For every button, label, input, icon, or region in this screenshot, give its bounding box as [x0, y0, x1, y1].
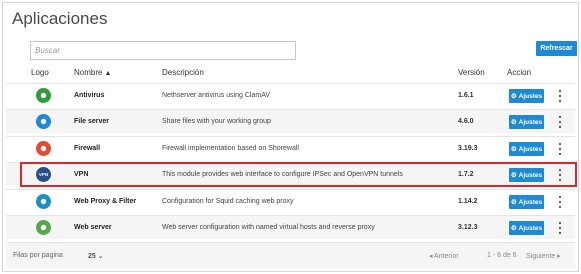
settings-button-label: Ajustes: [518, 224, 543, 232]
header-description: Descripción: [162, 68, 204, 77]
table-footer: Filas por pagina 25 ⌄ ◂ Anterior 1 - 6 d…: [6, 242, 575, 268]
table-row: Web server Web server configuration with …: [6, 215, 575, 239]
settings-button-label: Ajustes: [518, 118, 543, 126]
table-row: File server Share files with your working…: [6, 109, 575, 133]
globe-icon: [36, 220, 51, 235]
previous-page-label: Anterior: [434, 253, 459, 260]
shield-icon: [36, 194, 51, 209]
next-page-button[interactable]: Siguiente ▸: [526, 252, 561, 260]
kebab-menu-icon[interactable]: [556, 89, 564, 103]
app-description: Nethserver antivirus using ClamAV: [162, 92, 271, 99]
gears-icon: ⚙: [510, 172, 517, 179]
table-row: VPN VPN This module provides web interface…: [6, 162, 575, 186]
vpn-shield-icon: VPN: [36, 167, 51, 182]
table-header: Logo Nombre ▲ Descripción Versión Accion: [6, 63, 575, 83]
rows-per-page-label: Filas por pagina: [13, 252, 63, 259]
sort-ascending-icon: ▲: [104, 70, 112, 77]
page-title: Aplicaciones: [12, 9, 108, 28]
settings-button[interactable]: ⚙ Ajustes: [509, 115, 544, 129]
drive-icon: [36, 114, 51, 129]
chevron-down-icon: ⌄: [97, 253, 104, 260]
header-logo: Logo: [31, 68, 49, 77]
gears-icon: ⚙: [510, 119, 517, 126]
app-description: Web server configuration with named virt…: [162, 224, 375, 231]
app-name: File server: [74, 118, 110, 125]
settings-button[interactable]: ⚙ Ajustes: [509, 195, 544, 209]
settings-button[interactable]: ⚙ Ajustes: [509, 142, 544, 156]
app-name: Web server: [74, 224, 112, 231]
app-version: 3.12.3: [458, 224, 478, 231]
app-name: Firewall: [74, 145, 101, 152]
settings-button-label: Ajustes: [518, 198, 543, 206]
kebab-menu-icon[interactable]: [556, 115, 564, 129]
kebab-menu-icon[interactable]: [556, 142, 564, 156]
app-name: VPN: [74, 171, 89, 178]
app-description: Configuration for Squid caching web prox…: [162, 198, 294, 205]
gears-icon: ⚙: [510, 93, 517, 100]
app-name: Antivirus: [74, 92, 105, 99]
next-page-label: Siguiente: [526, 253, 556, 260]
app-description: This module provides web interface to co…: [162, 171, 403, 178]
settings-button-label: Ajustes: [518, 92, 543, 100]
header-name[interactable]: Nombre ▲: [74, 68, 111, 77]
chevron-right-icon: ▸: [557, 253, 561, 260]
kebab-menu-icon[interactable]: [556, 221, 564, 235]
refresh-button[interactable]: Refrescar: [536, 41, 577, 56]
page-range: 1 - 6 de 6: [487, 252, 517, 259]
header-name-label: Nombre: [74, 68, 103, 77]
kebab-menu-icon[interactable]: [556, 168, 564, 182]
table-row: Antivirus Nethserver antivirus using Clam…: [6, 83, 575, 107]
app-description: Firewall implementation based on Shorewa…: [162, 145, 299, 152]
app-version: 3.19.3: [458, 145, 478, 152]
app-version: 4.6.0: [458, 118, 474, 125]
app-description: Share files with your working group: [162, 118, 271, 125]
gears-icon: ⚙: [510, 225, 517, 232]
bug-icon: [36, 88, 51, 103]
table-row: Web Proxy & Filter Configuration for Squi…: [6, 189, 575, 213]
chevron-left-icon: ◂: [429, 253, 433, 260]
app-version: 1.6.1: [458, 92, 474, 99]
app-name: Web Proxy & Filter: [74, 198, 137, 205]
rows-per-page-select[interactable]: 25 ⌄: [88, 252, 104, 260]
settings-button-label: Ajustes: [518, 145, 543, 153]
header-action: Accion: [507, 68, 532, 77]
settings-button-label: Ajustes: [518, 171, 543, 179]
table-row: Firewall Firewall implementation based on…: [6, 136, 575, 160]
previous-page-button[interactable]: ◂ Anterior: [429, 252, 459, 260]
rows-per-page-value: 25: [88, 253, 96, 260]
lock-icon: [36, 141, 51, 156]
kebab-menu-icon[interactable]: [556, 195, 564, 209]
search-input[interactable]: [30, 41, 296, 60]
gears-icon: ⚙: [510, 146, 517, 153]
settings-button[interactable]: ⚙ Ajustes: [509, 168, 544, 182]
header-version: Versión: [458, 68, 485, 77]
settings-button[interactable]: ⚙ Ajustes: [509, 221, 544, 235]
app-version: 1.7.2: [458, 171, 474, 178]
app-version: 1.14.2: [458, 198, 478, 205]
settings-button[interactable]: ⚙ Ajustes: [509, 89, 544, 103]
gears-icon: ⚙: [510, 199, 517, 206]
